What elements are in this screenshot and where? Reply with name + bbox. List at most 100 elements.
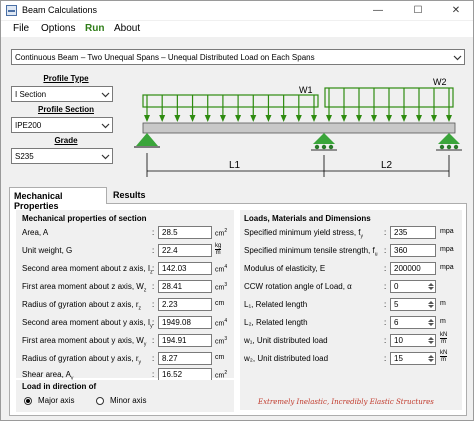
first-moment-z-field[interactable]: 28.41 <box>158 280 212 293</box>
second-moment-z-label: Second area moment about z axis, Iz <box>22 264 153 276</box>
profile-type-value: I Section <box>15 90 47 99</box>
rotation-angle-label: CCW rotation angle of Load, α <box>244 282 352 291</box>
elasticity-field[interactable]: 200000 <box>390 262 436 275</box>
chevron-down-icon <box>101 123 110 129</box>
second-moment-y-field[interactable]: 1949.08 <box>158 316 212 329</box>
radius-gyration-y-field[interactable]: 8.27 <box>158 352 212 365</box>
spinner-arrows-icon[interactable] <box>428 354 434 364</box>
window-title: Beam Calculations <box>22 5 98 15</box>
chevron-down-icon <box>453 55 462 61</box>
w2-load-spinner[interactable]: 15 <box>390 352 436 365</box>
load-arrow-head <box>341 115 347 122</box>
app-icon <box>6 5 17 16</box>
tensile-strength-field[interactable]: 360 <box>390 244 436 257</box>
load-arrow-head <box>311 115 317 122</box>
minor-axis-radio[interactable] <box>96 397 104 405</box>
beam-diagram: W1 W2 L1 L2 <box>134 77 462 177</box>
spinner-arrows-icon[interactable] <box>428 300 434 310</box>
grade-select[interactable]: S235 <box>11 148 113 164</box>
load-arrow-head <box>431 115 437 122</box>
load-direction-title: Load in direction of <box>22 382 97 391</box>
menu-options[interactable]: Options <box>41 23 75 34</box>
load-arrow-head <box>401 115 407 122</box>
load-arrow-head <box>144 115 150 122</box>
radius-gyration-z-label: Radius of gyration about z axis, rz <box>22 300 142 312</box>
load-arrow-head <box>174 115 181 122</box>
second-moment-z-field[interactable]: 142.03 <box>158 262 212 275</box>
menu-run[interactable]: Run <box>85 23 104 34</box>
major-axis-label[interactable]: Major axis <box>38 396 74 405</box>
load-w2 <box>324 87 454 122</box>
dimension-lines <box>146 153 450 177</box>
rotation-angle-spinner[interactable]: 0 <box>390 280 436 293</box>
spinner-arrows-icon[interactable] <box>428 336 434 346</box>
minor-axis-label[interactable]: Minor axis <box>110 396 146 405</box>
profile-type-select[interactable]: I Section <box>11 86 113 102</box>
l2-label: L2 <box>381 160 393 171</box>
load-arrow-head <box>265 115 272 122</box>
close-button[interactable]: ✕ <box>441 1 471 20</box>
l1-length-spinner[interactable]: 5 <box>390 298 436 311</box>
l1-length-label: L₁, Related length <box>244 300 308 309</box>
w2-load-label: w₂, Unit distributed load <box>244 354 329 363</box>
mechanical-properties-panel: Mechanical properties of section Area, A… <box>9 203 467 416</box>
l2-length-label: L₂, Related length <box>244 318 308 327</box>
tensile-strength-label: Specified minimum tensile strength, fu <box>244 246 378 258</box>
l2-length-spinner[interactable]: 6 <box>390 316 436 329</box>
profile-section-value: IPE200 <box>15 121 42 130</box>
tab-mechanical-properties[interactable]: Mechanical Properties <box>9 187 107 211</box>
second-moment-y-label: Second area moment about y axis, Iy <box>22 318 153 330</box>
spinner-arrows-icon[interactable] <box>428 282 434 292</box>
load-direction-group: Load in direction of Major axis Minor ax… <box>16 380 234 412</box>
w1-load-label: w₁, Unit distributed load <box>244 336 328 345</box>
menu-bar: File Options Run About <box>1 21 473 37</box>
unit-weight-field[interactable]: 22.4 <box>158 244 212 257</box>
w2-label: W2 <box>433 77 447 87</box>
profile-type-label: Profile Type <box>43 74 89 83</box>
loads-materials-title: Loads, Materials and Dimensions <box>244 214 371 223</box>
first-moment-y-field[interactable]: 194.91 <box>158 334 212 347</box>
load-arrow-head <box>416 115 422 122</box>
area-field[interactable]: 28.5 <box>158 226 212 239</box>
beam-type-select[interactable]: Continuous Beam – Two Unequal Spans – Un… <box>11 49 465 65</box>
first-moment-y-label: First area moment about y axis, Wy <box>22 336 147 348</box>
load-arrow-head <box>235 115 242 122</box>
elasticity-label: Modulus of elasticity, E <box>244 264 326 273</box>
load-arrow-head <box>250 115 257 122</box>
title-bar: Beam Calculations — ☐ ✕ <box>1 1 473 20</box>
middle-support-icon <box>311 133 337 151</box>
maximize-button[interactable]: ☐ <box>403 1 433 20</box>
chevron-down-icon <box>101 92 110 98</box>
yield-stress-label: Specified minimum yield stress, fy <box>244 228 363 240</box>
load-arrow-head <box>189 115 196 122</box>
tab-results[interactable]: Results <box>109 187 146 204</box>
first-moment-z-label: First area moment about z axis, Wz <box>22 282 147 294</box>
l1-label: L1 <box>229 160 241 171</box>
minimize-button[interactable]: — <box>363 1 393 20</box>
load-arrow-head <box>371 115 377 122</box>
app-window: Beam Calculations — ☐ ✕ File Options Run… <box>0 0 474 421</box>
radius-gyration-z-field[interactable]: 2.23 <box>158 298 212 311</box>
load-arrow-head <box>204 115 211 122</box>
load-arrow-head <box>295 115 302 122</box>
yield-stress-field[interactable]: 235 <box>390 226 436 239</box>
menu-file[interactable]: File <box>13 23 29 34</box>
load-arrow-head <box>159 115 166 122</box>
beam-type-value: Continuous Beam – Two Unequal Spans – Un… <box>15 53 315 62</box>
mechanical-properties-group: Mechanical properties of section Area, A… <box>16 210 234 382</box>
unit-weight-label: Unit weight, G <box>22 246 73 255</box>
profile-section-select[interactable]: IPE200 <box>11 117 113 133</box>
major-axis-radio[interactable] <box>24 397 32 405</box>
spinner-arrows-icon[interactable] <box>428 318 434 328</box>
right-support-icon <box>436 133 462 151</box>
area-label: Area, A <box>22 228 49 237</box>
grade-value: S235 <box>15 152 34 161</box>
w1-label: W1 <box>299 85 313 95</box>
beam <box>142 122 456 134</box>
radius-gyration-y-label: Radius of gyration about y axis, ry <box>22 354 142 366</box>
w1-load-spinner[interactable]: 10 <box>390 334 436 347</box>
profile-section-label: Profile Section <box>37 105 94 114</box>
menu-about[interactable]: About <box>114 23 140 34</box>
mechanical-properties-title: Mechanical properties of section <box>22 214 147 223</box>
left-support-icon <box>134 133 160 148</box>
